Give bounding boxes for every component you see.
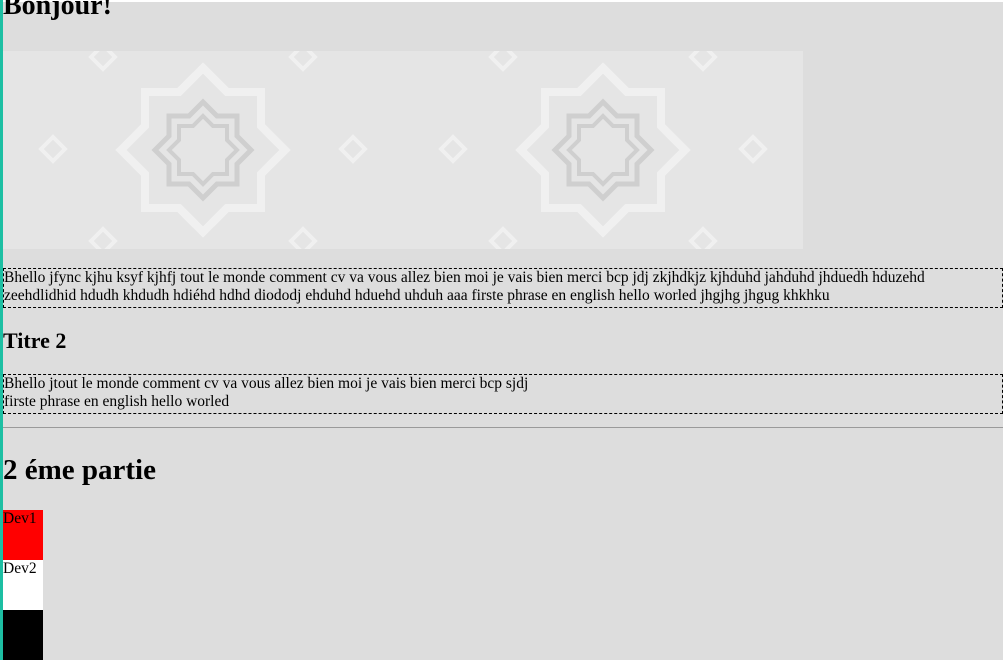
page-content: Bonjour! Bhello jfync kjhu ksyf kjhfj to…	[3, 0, 1003, 660]
paragraph-line: Bhello jtout le monde comment cv va vous…	[4, 375, 529, 392]
star-pattern-graphic	[38, 42, 768, 256]
dev-block-1: Dev1	[3, 510, 43, 560]
page-title: Bonjour!	[3, 0, 112, 21]
paragraph-line: zeehdlidhid hdudh khdudh hdiéhd hdhd dio…	[4, 287, 830, 304]
dev-block-3	[3, 610, 43, 660]
dev-block-2: Dev2	[3, 560, 43, 610]
section-heading-titre-2: Titre 2	[3, 328, 67, 353]
banner-image	[3, 42, 803, 256]
section-heading-part-2: 2 éme partie	[3, 454, 156, 486]
horizontal-rule	[3, 427, 1003, 428]
paragraph-box-2: Bhello jtout le monde comment cv va vous…	[3, 374, 1003, 414]
paragraph-line: firste phrase en english hello worled	[4, 393, 230, 410]
paragraph-line: Bhello jfync kjhu ksyf kjhfj tout le mon…	[4, 269, 925, 286]
dev-label: Dev1	[3, 510, 37, 527]
paragraph-box-1: Bhello jfync kjhu ksyf kjhfj tout le mon…	[3, 268, 1003, 308]
dev-label: Dev2	[3, 560, 37, 577]
